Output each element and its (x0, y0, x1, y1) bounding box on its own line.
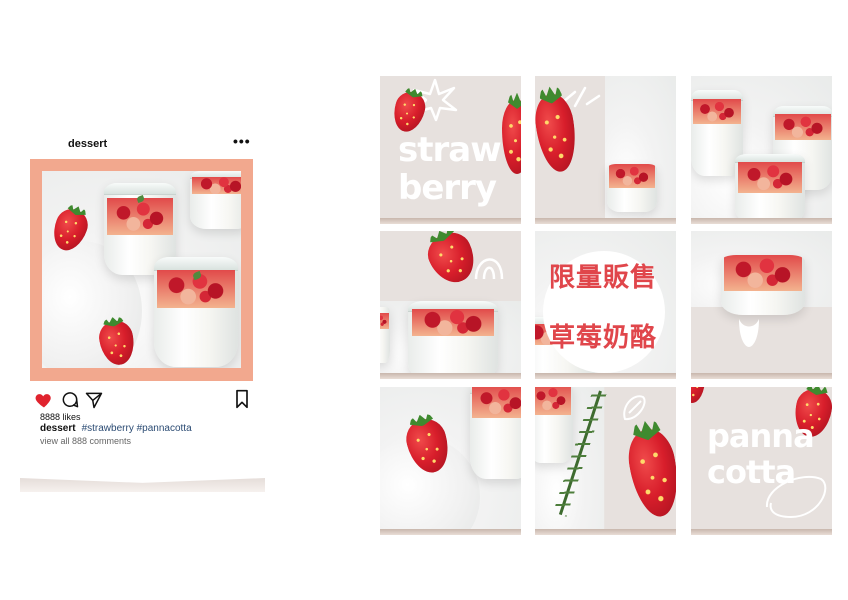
strawberry-bowl (607, 164, 657, 212)
tile-strip (535, 529, 676, 535)
grid-tile-5[interactable]: 限量販售 草莓奶酪 (535, 231, 676, 379)
tile-strip (380, 373, 521, 379)
panna-cotta-jar (380, 307, 390, 363)
post-caption: dessert #strawberry #pannacotta (40, 423, 192, 434)
grid-tile-2[interactable] (535, 76, 676, 224)
post-photo[interactable] (42, 171, 241, 368)
caption-hashtags[interactable]: #strawberry #pannacotta (82, 423, 192, 434)
panna-cotta-jar (721, 255, 805, 315)
tile-strip (535, 373, 676, 379)
loop-doodle-icon (765, 475, 827, 519)
post-footer-decoration (20, 478, 265, 492)
grid-tile-7[interactable] (380, 387, 521, 535)
strawberry (502, 100, 521, 174)
post-image-frame (30, 159, 253, 381)
tile-strip (691, 218, 832, 224)
leaf-doodle-icon (739, 319, 759, 347)
text-limited-sale: 限量販售 (549, 263, 658, 293)
strawberry (691, 387, 705, 403)
caption-username[interactable]: dessert (40, 423, 76, 434)
tile-strip (535, 218, 676, 224)
grid-tile-8[interactable] (535, 387, 676, 535)
panna-cotta-jar (190, 171, 241, 229)
oval-doodle-icon (623, 395, 646, 421)
feed-grid: straw berry 限量販售 草莓奶酪 panna cotta (380, 76, 832, 535)
panna-cotta-jar (408, 301, 498, 379)
bookmark-icon[interactable] (232, 387, 252, 411)
text-strawberry-cheese: 草莓奶酪 (549, 323, 658, 353)
post-action-bar (34, 387, 254, 412)
post-username[interactable]: dessert (68, 138, 107, 150)
more-icon[interactable]: ••• (233, 133, 251, 149)
grid-tile-1[interactable]: straw berry (380, 76, 521, 224)
comment-icon[interactable] (60, 390, 80, 410)
grid-tile-4[interactable] (380, 231, 521, 379)
word-straw: straw (398, 130, 502, 170)
grid-tile-6[interactable] (691, 231, 832, 379)
word-panna: panna (707, 417, 815, 455)
panna-cotta-jar (535, 387, 573, 463)
heart-icon[interactable] (34, 390, 54, 410)
tile-strip (380, 529, 521, 535)
panna-cotta-jar (154, 257, 238, 367)
word-berry: berry (398, 168, 497, 208)
arc-doodle-icon (474, 258, 504, 280)
grid-tile-9[interactable]: panna cotta (691, 387, 832, 535)
tile-strip (691, 529, 832, 535)
panna-cotta-jar (470, 387, 521, 479)
tile-strip (380, 218, 521, 224)
like-count[interactable]: 8888 likes (40, 412, 81, 422)
grid-tile-3[interactable] (691, 76, 832, 224)
share-icon[interactable] (84, 390, 104, 410)
panna-cotta-jar (735, 154, 805, 224)
view-comments-link[interactable]: view all 888 comments (40, 436, 131, 446)
tile-strip (691, 373, 832, 379)
